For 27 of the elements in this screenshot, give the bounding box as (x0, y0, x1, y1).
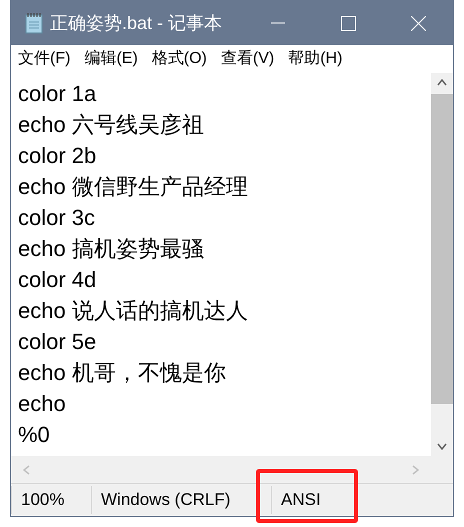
vertical-scrollbar[interactable] (431, 73, 453, 456)
text-line: echo (18, 390, 67, 418)
scroll-thumb[interactable] (431, 94, 453, 404)
text-line: echo 搞机姿势最骚 (18, 235, 205, 263)
text-line: color 5e (18, 328, 98, 356)
text-line: color 2b (18, 142, 98, 170)
text-line: color 3c (18, 204, 96, 232)
text-line: %0 (18, 421, 51, 449)
close-icon (410, 16, 426, 30)
text-line: echo 微信野生产品经理 (18, 173, 249, 201)
menu-item[interactable]: 格式(O) (152, 47, 207, 71)
text-line: echo 机哥，不愧是你 (18, 359, 227, 387)
minimize-icon (271, 22, 285, 24)
status-item: ANSI (271, 486, 371, 514)
maximize-icon (340, 16, 356, 30)
menu-item[interactable]: 编辑(E) (84, 47, 138, 71)
menu-item[interactable]: 帮助(H) (288, 47, 342, 71)
text-line: echo 说人话的搞机达人 (18, 297, 249, 325)
text-line: color 4d (18, 266, 98, 294)
notepad-icon (24, 12, 44, 34)
status-item: Windows (CRLF) (91, 486, 271, 514)
menu-item[interactable]: 文件(F) (18, 47, 70, 71)
text-line: echo 六号线吴彦祖 (18, 111, 205, 139)
menu-item[interactable]: 查看(V) (220, 47, 274, 71)
status-item: 100% (11, 486, 91, 514)
window-title: 正确姿势.bat - 记事本 (50, 12, 222, 34)
text-line: color 1a (18, 80, 98, 108)
